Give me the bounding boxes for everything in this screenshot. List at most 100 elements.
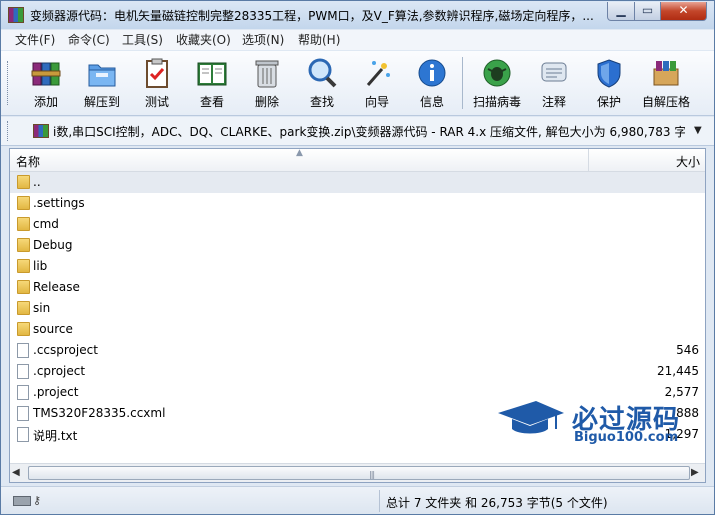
close-button[interactable]: ✕ <box>660 2 707 21</box>
folder-icon <box>17 259 30 273</box>
info-label: 信息 <box>419 95 444 109</box>
find-button[interactable]: 查找 <box>298 53 346 111</box>
window-title: 变频器源代码：电机矢量磁链控制完整28335工程，PWM口，及V_F算法,参数辨… <box>30 9 594 23</box>
scan-virus-button[interactable]: 扫描病毒 <box>473 53 521 111</box>
winrar-app-icon <box>8 7 24 23</box>
find-label: 查找 <box>309 95 334 109</box>
file-name: 说明.txt <box>33 429 78 443</box>
column-header: 名称 ▲ 大小 <box>10 149 705 172</box>
file-name: sin <box>33 301 51 315</box>
folder-row[interactable]: cmd <box>10 214 705 235</box>
scroll-right-icon[interactable]: ▶ <box>691 467 699 478</box>
winrar-books-icon <box>31 62 61 86</box>
wizard-button[interactable]: 向导 <box>353 53 401 111</box>
shield-icon <box>597 59 621 88</box>
toolbar: 添加 解压到 测试 查看 删除 查找 向导 信息 扫描病毒 注释 保护 自解压格 <box>1 51 714 116</box>
scroll-left-icon[interactable]: ◀ <box>12 467 20 478</box>
file-icon <box>17 343 29 358</box>
delete-label: 删除 <box>254 95 279 109</box>
file-row[interactable]: .ccsproject 546 <box>10 340 705 361</box>
add-label: 添加 <box>33 95 58 109</box>
file-size: 546 <box>676 343 699 357</box>
menu-help[interactable]: 帮助(H) <box>298 32 340 48</box>
menu-file[interactable]: 文件(F) <box>15 32 55 48</box>
drive-icon[interactable] <box>13 496 31 506</box>
protect-button[interactable]: 保护 <box>585 53 633 111</box>
archive-icon[interactable] <box>33 124 49 138</box>
virus-scan-icon <box>483 59 511 87</box>
horizontal-scrollbar[interactable]: ◀ ||| ▶ <box>10 463 705 482</box>
menu-options[interactable]: 选项(N) <box>242 32 284 48</box>
view-button[interactable]: 查看 <box>188 53 236 111</box>
menu-bar: 文件(F) 命令(C) 工具(S) 收藏夹(O) 选项(N) 帮助(H) <box>1 30 714 50</box>
test-button[interactable]: 测试 <box>133 53 181 111</box>
file-name: Release <box>33 280 80 294</box>
column-size-header[interactable]: 大小 <box>676 153 700 170</box>
scroll-thumb[interactable]: ||| <box>28 466 690 480</box>
file-name: Debug <box>33 238 73 252</box>
folder-row[interactable]: .settings <box>10 193 705 214</box>
folder-row[interactable]: source <box>10 319 705 340</box>
folder-icon <box>17 322 30 336</box>
clipboard-check-icon <box>146 58 168 88</box>
comment-icon <box>541 62 567 82</box>
address-grip[interactable] <box>7 121 11 141</box>
menu-commands[interactable]: 命令(C) <box>68 32 110 48</box>
magnifier-icon <box>308 58 337 88</box>
folder-row[interactable]: lib <box>10 256 705 277</box>
watermark-subtitle: Biguo100.com <box>574 430 679 445</box>
file-icon <box>17 364 29 379</box>
sfx-button[interactable]: 自解压格 <box>642 53 690 111</box>
folder-row[interactable]: .. <box>10 172 705 193</box>
toolbar-separator <box>462 57 463 109</box>
folder-row[interactable]: Release <box>10 277 705 298</box>
chevron-down-icon[interactable]: ▼ <box>694 125 702 136</box>
file-name: cmd <box>33 217 59 231</box>
file-name: lib <box>33 259 48 273</box>
folder-icon <box>17 280 30 294</box>
minimize-button[interactable]: ▁ <box>607 2 635 21</box>
column-divider[interactable] <box>588 149 589 171</box>
file-name: .cproject <box>33 364 86 378</box>
protect-label: 保护 <box>596 95 621 109</box>
folder-icon <box>17 196 30 210</box>
view-label: 查看 <box>199 95 224 109</box>
sfx-box-icon <box>653 61 679 86</box>
toolbar-grip[interactable] <box>7 61 11 105</box>
watermark: 必过源码 Biguo100.com <box>496 397 701 449</box>
sfx-label: 自解压格 <box>641 95 690 109</box>
key-icon[interactable]: ⚷ <box>33 494 41 507</box>
folder-icon <box>17 217 30 231</box>
folder-row[interactable]: sin <box>10 298 705 319</box>
info-icon <box>418 59 446 87</box>
menu-tools[interactable]: 工具(S) <box>122 32 163 48</box>
file-row[interactable]: .cproject 21,445 <box>10 361 705 382</box>
folder-row[interactable]: Debug <box>10 235 705 256</box>
add-button[interactable]: 添加 <box>22 53 70 111</box>
comment-button[interactable]: 注释 <box>530 53 578 111</box>
folder-icon <box>17 175 30 189</box>
file-icon <box>17 385 29 400</box>
address-path[interactable]: i数,串口SCI控制，ADC、DQ、CLARKE、park变换.zip\变频器源… <box>53 123 685 140</box>
title-bar[interactable]: 变频器源代码：电机矢量磁链控制完整28335工程，PWM口，及V_F算法,参数辨… <box>1 1 714 29</box>
graduation-cap-icon <box>498 401 564 434</box>
extract-to-button[interactable]: 解压到 <box>78 53 126 111</box>
test-label: 测试 <box>144 95 169 109</box>
magic-wand-icon <box>366 61 390 86</box>
delete-button[interactable]: 删除 <box>243 53 291 111</box>
open-book-icon <box>197 62 227 86</box>
file-name: .project <box>33 385 79 399</box>
scroll-grip-icon: ||| <box>369 470 375 479</box>
folder-extract-icon <box>88 64 116 87</box>
column-name-header[interactable]: 名称 <box>16 153 40 170</box>
extract-to-label: 解压到 <box>83 95 120 109</box>
file-name: source <box>33 322 73 336</box>
file-name: .ccsproject <box>33 343 98 357</box>
file-icon <box>17 427 29 442</box>
scan-virus-label: 扫描病毒 <box>472 95 521 109</box>
status-bar: ⚷ 总计 7 文件夹 和 26,753 字节(5 个文件) <box>1 486 714 514</box>
file-size: 21,445 <box>657 364 699 378</box>
info-button[interactable]: 信息 <box>408 53 456 111</box>
maximize-button[interactable]: ▭ <box>634 2 661 21</box>
menu-favorites[interactable]: 收藏夹(O) <box>176 32 231 48</box>
